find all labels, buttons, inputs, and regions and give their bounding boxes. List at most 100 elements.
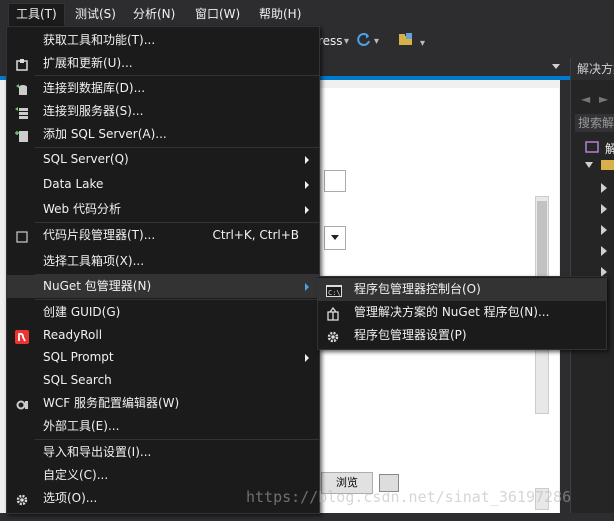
nuget-submenu: C:\ 程序包管理器控制台(O) 管理解决方案的 NuGet 程序包(N)...… bbox=[317, 276, 607, 350]
project-icon bbox=[601, 160, 614, 170]
solution-icon bbox=[585, 140, 599, 154]
expand-icon[interactable] bbox=[601, 183, 607, 193]
watermark-text: https://blog.csdn.net/sinat_36197286 bbox=[246, 488, 572, 506]
menu-item-connect-db[interactable]: 连接到数据库(D)... bbox=[7, 77, 319, 100]
menu-item-label: 程序包管理器设置(P) bbox=[354, 328, 467, 342]
menu-help[interactable]: 帮助(H) bbox=[252, 4, 308, 24]
menu-item-extensions[interactable]: 扩展和更新(U)... bbox=[7, 52, 319, 75]
chevron-right-icon bbox=[305, 283, 309, 291]
refresh-icon[interactable] bbox=[356, 32, 372, 51]
tab-dropdown-icon[interactable] bbox=[552, 64, 560, 69]
menu-item-label: 扩展和更新(U)... bbox=[43, 56, 133, 70]
menu-separator bbox=[35, 222, 319, 223]
menu-item-external-tools[interactable]: 外部工具(E)... bbox=[7, 415, 319, 438]
menu-item-wcf-config[interactable]: WCF 服务配置编辑器(W) bbox=[7, 392, 319, 415]
menu-separator bbox=[35, 75, 319, 76]
chevron-down-icon[interactable]: ▾ bbox=[344, 36, 349, 47]
menu-item-get-tools[interactable]: 获取工具和功能(T)... bbox=[7, 29, 319, 52]
menu-separator bbox=[35, 439, 319, 440]
chevron-down-icon[interactable]: ▾ bbox=[374, 36, 379, 47]
menu-item-label: Web 代码分析 bbox=[43, 202, 121, 216]
folder-icon[interactable] bbox=[398, 32, 416, 51]
menu-tools[interactable]: 工具(T) bbox=[8, 3, 65, 26]
svg-text:C:\: C:\ bbox=[328, 289, 341, 297]
menu-item-label: 外部工具(E)... bbox=[43, 419, 120, 433]
menu-item-sql-search[interactable]: SQL Search bbox=[7, 369, 319, 392]
submenu-item-manage-nuget[interactable]: 管理解决方案的 NuGet 程序包(N)... bbox=[318, 301, 606, 324]
menu-item-import-export[interactable]: 导入和导出设置(I)... bbox=[7, 441, 319, 464]
gear-icon bbox=[326, 329, 340, 343]
toolbar-target-label[interactable]: ress bbox=[318, 34, 343, 48]
menu-item-connect-server[interactable]: 连接到服务器(S)... bbox=[7, 100, 319, 123]
toolbar: ress ▾ ▾ ▾ bbox=[318, 28, 614, 58]
menu-item-label: NuGet 包管理器(N) bbox=[43, 279, 152, 293]
expand-icon[interactable] bbox=[601, 246, 607, 256]
menu-item-sql-prompt[interactable]: SQL Prompt bbox=[7, 346, 319, 369]
solution-explorer-title: 解决方案 bbox=[571, 58, 614, 80]
forward-icon[interactable]: ► bbox=[599, 92, 608, 106]
menu-item-shortcut: Ctrl+K, Ctrl+B bbox=[212, 228, 299, 242]
checkbox-icon bbox=[15, 229, 29, 243]
menu-item-code-snippets[interactable]: 代码片段管理器(T)... Ctrl+K, Ctrl+B bbox=[7, 224, 319, 247]
menu-item-label: 程序包管理器控制台(O) bbox=[354, 282, 481, 296]
chevron-down-icon[interactable]: ▾ bbox=[420, 38, 425, 49]
console-icon: C:\ bbox=[326, 283, 342, 297]
menu-item-label: Data Lake bbox=[43, 177, 104, 191]
submenu-item-package-console[interactable]: C:\ 程序包管理器控制台(O) bbox=[318, 278, 606, 301]
menu-separator bbox=[35, 299, 319, 300]
chevron-right-icon bbox=[305, 354, 309, 362]
chevron-down-icon bbox=[331, 235, 339, 240]
menu-item-label: SQL Search bbox=[43, 373, 112, 387]
menu-window[interactable]: 窗口(W) bbox=[188, 4, 247, 24]
menu-analyze[interactable]: 分析(N) bbox=[126, 4, 182, 24]
menu-item-sql-server[interactable]: SQL Server(Q) bbox=[7, 148, 319, 171]
status-bar bbox=[0, 513, 614, 521]
menubar: 工具(T) 测试(S) 分析(N) 窗口(W) 帮助(H) bbox=[0, 0, 614, 28]
database-connect-icon bbox=[15, 82, 29, 96]
menu-item-label: 创建 GUID(G) bbox=[43, 305, 121, 319]
menu-item-add-sql-server[interactable]: 添加 SQL Server(A)... bbox=[7, 123, 319, 146]
add-server-icon bbox=[15, 128, 29, 142]
package-icon bbox=[326, 306, 340, 321]
dropdown-field[interactable] bbox=[324, 226, 346, 250]
menu-item-label: 选项(O)... bbox=[43, 491, 98, 505]
menu-item-label: 选择工具箱项(X)... bbox=[43, 254, 145, 268]
menu-item-web-code-analysis[interactable]: Web 代码分析 bbox=[7, 198, 319, 221]
chevron-right-icon bbox=[305, 206, 309, 214]
menu-item-label: SQL Prompt bbox=[43, 350, 114, 364]
menu-item-nuget[interactable]: NuGet 包管理器(N) bbox=[7, 275, 319, 298]
expand-icon[interactable] bbox=[601, 204, 607, 214]
tools-menu: 获取工具和功能(T)... 扩展和更新(U)... 连接到数据库(D)... 连… bbox=[6, 26, 320, 514]
menu-item-label: SQL Server(Q) bbox=[43, 152, 129, 166]
menu-item-data-lake[interactable]: Data Lake bbox=[7, 173, 319, 196]
readyroll-icon bbox=[15, 329, 29, 344]
menu-item-label: 获取工具和功能(T)... bbox=[43, 33, 156, 47]
menu-item-readyroll[interactable]: ReadyRoll bbox=[7, 324, 319, 347]
menu-item-label: 导入和导出设置(I)... bbox=[43, 445, 152, 459]
menu-item-choose-toolbox[interactable]: 选择工具箱项(X)... bbox=[7, 250, 319, 273]
solution-search-input[interactable]: 搜索解 bbox=[575, 114, 614, 132]
chevron-right-icon bbox=[305, 181, 309, 189]
gear-icon bbox=[15, 492, 29, 506]
text-field[interactable] bbox=[324, 170, 346, 192]
menu-item-label: WCF 服务配置编辑器(W) bbox=[43, 396, 180, 410]
solution-item-label[interactable]: 解 bbox=[605, 140, 614, 157]
menu-item-label: 管理解决方案的 NuGet 程序包(N)... bbox=[354, 305, 550, 319]
menu-item-label: 代码片段管理器(T)... bbox=[43, 228, 156, 242]
menu-item-label: 连接到服务器(S)... bbox=[43, 104, 144, 118]
submenu-item-package-settings[interactable]: 程序包管理器设置(P) bbox=[318, 324, 606, 347]
menu-item-customize[interactable]: 自定义(C)... bbox=[7, 464, 319, 487]
wcf-config-icon bbox=[15, 397, 29, 411]
chevron-down-icon[interactable] bbox=[585, 162, 593, 168]
expand-icon[interactable] bbox=[601, 225, 607, 235]
server-connect-icon bbox=[15, 105, 29, 119]
extensions-icon bbox=[15, 57, 29, 71]
chevron-right-icon bbox=[305, 156, 309, 164]
menu-item-label: ReadyRoll bbox=[43, 328, 103, 342]
menu-item-label: 连接到数据库(D)... bbox=[43, 81, 146, 95]
menu-item-label: 自定义(C)... bbox=[43, 468, 109, 482]
back-icon[interactable]: ◄ bbox=[581, 92, 590, 106]
menu-item-create-guid[interactable]: 创建 GUID(G) bbox=[7, 301, 319, 324]
menu-test[interactable]: 测试(S) bbox=[68, 4, 123, 24]
menu-item-label: 添加 SQL Server(A)... bbox=[43, 127, 167, 141]
